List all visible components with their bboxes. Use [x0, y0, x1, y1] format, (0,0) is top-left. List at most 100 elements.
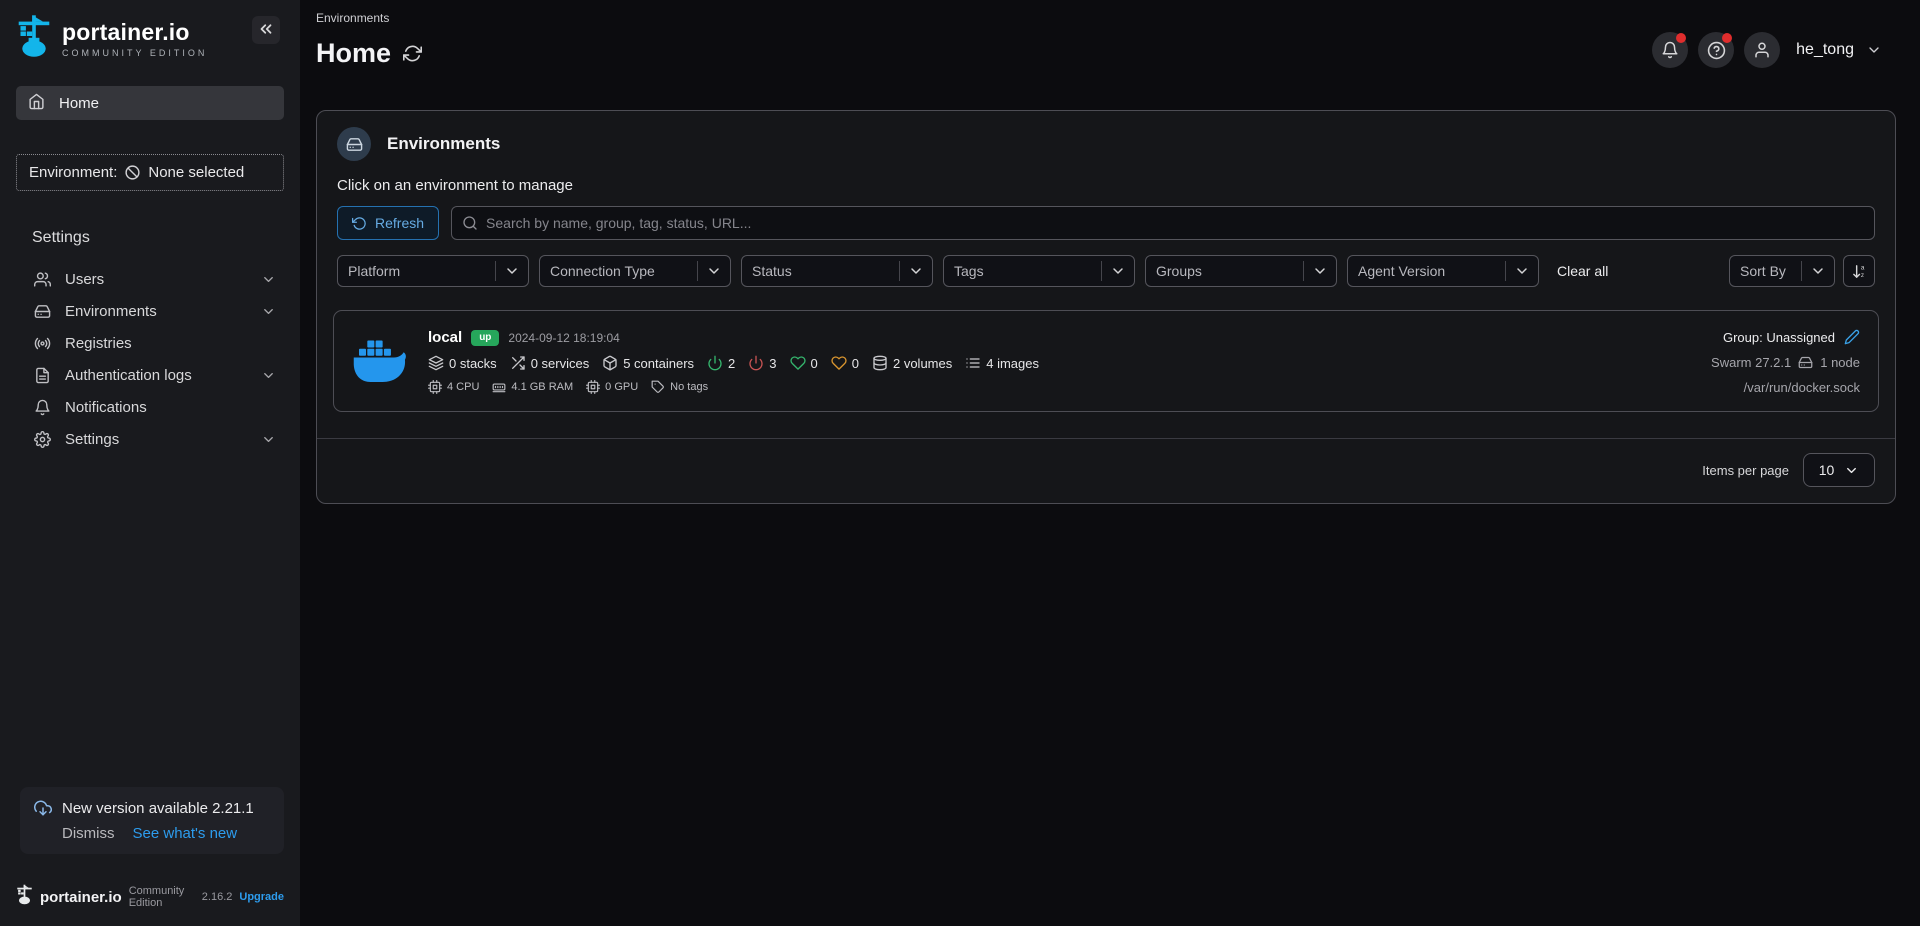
breadcrumb[interactable]: Environments — [316, 11, 389, 25]
upgrade-link[interactable]: Upgrade — [239, 891, 284, 903]
stat-volumes: 2 volumes — [893, 356, 952, 371]
gpu-icon — [586, 380, 600, 394]
registries-icon — [34, 335, 51, 352]
environment-selector-value: None selected — [148, 164, 244, 181]
chevrons-left-icon — [257, 20, 275, 41]
chevron-down-icon — [1844, 463, 1859, 478]
stacks-icon — [428, 355, 444, 371]
filter-tags[interactable]: Tags — [943, 255, 1135, 287]
heart-unhealthy-icon — [831, 355, 847, 371]
clear-all-button[interactable]: Clear all — [1557, 263, 1608, 279]
chevron-down-icon — [1303, 261, 1336, 281]
download-cloud-icon — [34, 799, 52, 817]
update-notice: New version available 2.21.1 Dismiss See… — [20, 787, 284, 854]
sidebar-item-environments[interactable]: Environments — [0, 295, 300, 327]
page-refresh-icon[interactable] — [403, 44, 422, 63]
services-icon — [510, 355, 526, 371]
sort-by-dropdown[interactable]: Sort By — [1729, 255, 1835, 287]
settings-icon — [34, 431, 51, 448]
stat-stopped: 3 — [769, 356, 776, 371]
sort-az-icon: az — [1851, 263, 1868, 280]
sidebar-item-registries[interactable]: Registries — [0, 327, 300, 359]
filter-label: Tags — [944, 263, 1101, 279]
docker-whale-icon — [352, 327, 410, 395]
filter-agent-version[interactable]: Agent Version — [1347, 255, 1539, 287]
spec-cpu: 4 CPU — [447, 381, 479, 393]
search-input[interactable] — [486, 215, 1864, 231]
portainer-logo-icon — [16, 14, 52, 63]
items-per-page-select[interactable]: 10 — [1803, 453, 1875, 487]
brand-title: portainer.io — [62, 19, 207, 46]
user-icon — [1753, 41, 1771, 59]
images-icon — [965, 355, 981, 371]
environment-row-local[interactable]: local up 2024-09-12 18:19:04 0 stacks 0 … — [333, 310, 1879, 412]
footer-version: 2.16.2 — [202, 891, 233, 903]
chevron-down-icon — [261, 304, 276, 319]
stat-running: 2 — [728, 356, 735, 371]
svg-text:a: a — [1860, 264, 1864, 271]
tag-icon — [651, 380, 665, 394]
sidebar-collapse-button[interactable] — [252, 16, 280, 44]
power-running-icon — [707, 355, 723, 371]
stat-services: 0 services — [531, 356, 590, 371]
sidebar-footer: portainer.io Community Edition 2.16.2 Up… — [0, 872, 300, 926]
sidebar-item-label: Registries — [65, 335, 276, 352]
help-button[interactable] — [1698, 32, 1734, 68]
status-badge: up — [471, 330, 499, 346]
user-avatar[interactable] — [1744, 32, 1780, 68]
sidebar-item-notifications[interactable]: Notifications — [0, 391, 300, 423]
user-menu-chevron-icon[interactable] — [1866, 42, 1882, 58]
dismiss-button[interactable]: Dismiss — [62, 825, 115, 842]
sidebar-item-settings[interactable]: Settings — [0, 423, 300, 455]
stat-containers: 5 containers — [623, 356, 694, 371]
sidebar-item-home[interactable]: Home — [16, 86, 284, 120]
see-whats-new-link[interactable]: See what's new — [133, 825, 238, 842]
items-per-page-label: Items per page — [1702, 463, 1789, 478]
power-stopped-icon — [748, 355, 764, 371]
environment-socket: /var/run/docker.sock — [1744, 380, 1860, 395]
sidebar-item-label: Authentication logs — [65, 367, 247, 384]
username[interactable]: he_tong — [1796, 41, 1854, 59]
filter-platform[interactable]: Platform — [337, 255, 529, 287]
chevron-down-icon — [1101, 261, 1134, 281]
refresh-button[interactable]: Refresh — [337, 206, 439, 240]
sidebar-item-authentication-logs[interactable]: Authentication logs — [0, 359, 300, 391]
bell-icon — [1661, 41, 1679, 59]
filter-status[interactable]: Status — [741, 255, 933, 287]
sidebar-item-label: Settings — [65, 431, 247, 448]
filter-label: Platform — [338, 263, 495, 279]
sidebar: portainer.io COMMUNITY EDITION Home Envi… — [0, 0, 300, 926]
environments-widget-icon — [337, 127, 371, 161]
stat-healthy: 0 — [811, 356, 818, 371]
volumes-icon — [872, 355, 888, 371]
ban-icon — [124, 164, 141, 181]
filter-groups[interactable]: Groups — [1145, 255, 1337, 287]
auth-logs-icon — [34, 367, 51, 384]
spec-gpu: 0 GPU — [605, 381, 638, 393]
chevron-down-icon — [261, 432, 276, 447]
panel-title: Environments — [387, 134, 500, 154]
nodes-icon — [1798, 355, 1813, 370]
environment-engine: Swarm 27.2.1 — [1711, 355, 1791, 370]
chevron-down-icon — [697, 261, 730, 281]
sort-direction-button[interactable]: az — [1843, 255, 1875, 287]
notifications-button[interactable] — [1652, 32, 1688, 68]
sidebar-nav: Users Environments Registries Authentica… — [0, 263, 300, 455]
environments-icon — [34, 303, 51, 320]
filter-connection-type[interactable]: Connection Type — [539, 255, 731, 287]
help-circle-icon — [1707, 41, 1726, 60]
refresh-icon — [352, 216, 367, 231]
edit-group-icon[interactable] — [1844, 329, 1860, 345]
settings-section-label: Settings — [32, 229, 300, 247]
sidebar-item-label: Notifications — [65, 399, 276, 416]
sidebar-item-label: Environments — [65, 303, 247, 320]
search-box — [451, 206, 1875, 240]
home-icon — [28, 93, 45, 114]
portainer-footer-logo-icon — [16, 884, 33, 910]
notifications-icon — [34, 399, 51, 416]
containers-icon — [602, 355, 618, 371]
filter-label: Connection Type — [540, 263, 697, 279]
sidebar-item-users[interactable]: Users — [0, 263, 300, 295]
spec-ram: 4.1 GB RAM — [511, 381, 573, 393]
main-content: Environments Home he_tong — [300, 0, 1920, 926]
